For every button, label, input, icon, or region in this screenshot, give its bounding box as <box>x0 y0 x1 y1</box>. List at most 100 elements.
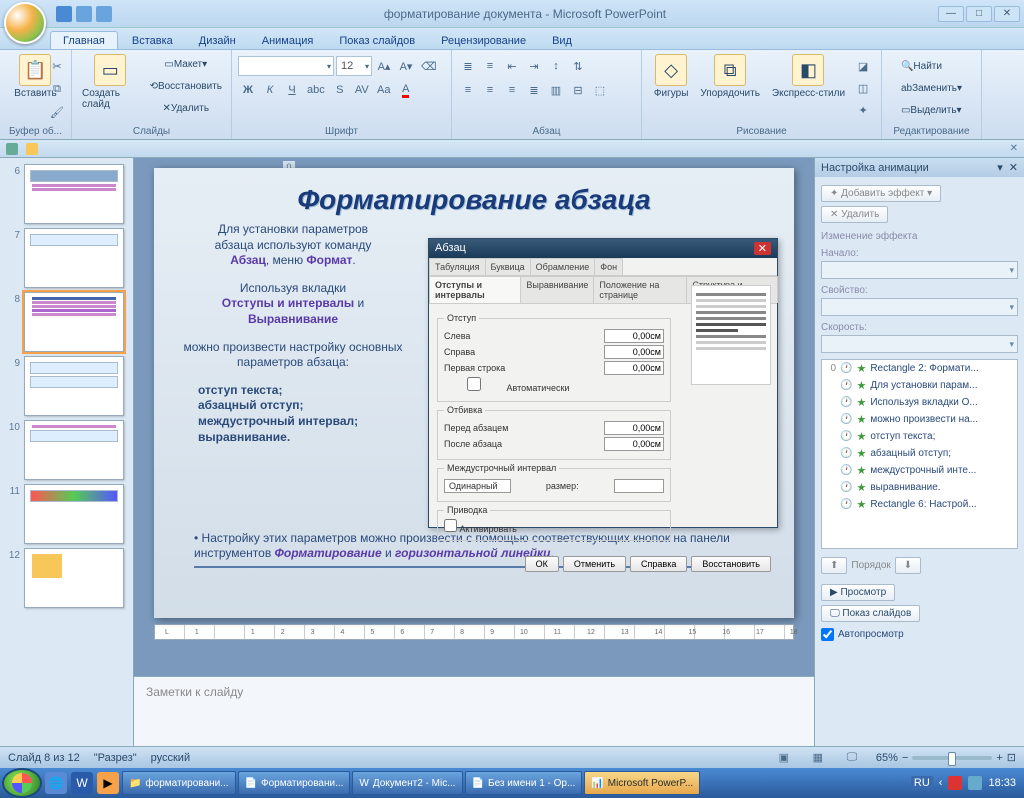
save-icon[interactable] <box>56 6 72 22</box>
arrange-button[interactable]: ⧉Упорядочить <box>696 52 764 101</box>
tab-review[interactable]: Рецензирование <box>429 32 538 49</box>
delete-slide-button[interactable]: ✕ Удалить <box>147 98 225 118</box>
slideshow-view-icon[interactable]: 🖵 <box>842 748 862 768</box>
slide-thumb[interactable] <box>24 484 124 544</box>
slide-thumb[interactable] <box>24 164 124 224</box>
undo-icon[interactable] <box>76 6 92 22</box>
numbering-icon[interactable]: ≡ <box>480 56 500 76</box>
sorter-view-icon[interactable]: ▦ <box>808 748 828 768</box>
layout-button[interactable]: ▭ Макет ▾ <box>147 54 225 74</box>
start-combo[interactable] <box>821 261 1018 279</box>
language-indicator[interactable]: русский <box>151 752 190 764</box>
grow-font-icon[interactable]: A▴ <box>374 56 394 76</box>
reorder-up-button[interactable]: ⬆ <box>821 557 847 574</box>
font-color-icon[interactable]: A <box>396 80 416 100</box>
justify-icon[interactable]: ≣ <box>524 80 544 100</box>
animation-item[interactable]: 🕐★междустрочный инте... <box>822 462 1017 479</box>
slide-thumb[interactable] <box>24 548 124 608</box>
shadow-icon[interactable]: S <box>330 80 350 100</box>
align-right-icon[interactable]: ≡ <box>502 80 522 100</box>
line-spacing-icon[interactable]: ↕ <box>546 56 566 76</box>
case-icon[interactable]: Aa <box>374 80 394 100</box>
animation-item[interactable]: 🕐★Используя вкладки О... <box>822 394 1017 411</box>
tab-design[interactable]: Дизайн <box>187 32 248 49</box>
tray-icon[interactable] <box>948 776 962 790</box>
add-effect-button[interactable]: ✦ Добавить эффект ▾ <box>821 185 941 202</box>
autopreview-checkbox[interactable]: Автопросмотр <box>821 624 1018 645</box>
animation-item[interactable]: 🕐★Rectangle 6: Настрой... <box>822 496 1017 513</box>
animation-list[interactable]: 0🕐★Rectangle 2: Формати...🕐★Для установк… <box>821 359 1018 549</box>
format-painter-icon[interactable]: 🖌 <box>47 102 67 122</box>
office-button[interactable] <box>4 2 46 44</box>
align-left-icon[interactable]: ≡ <box>458 80 478 100</box>
bullets-icon[interactable]: ≣ <box>458 56 478 76</box>
animation-item[interactable]: 🕐★можно произвести на... <box>822 411 1017 428</box>
italic-icon[interactable]: К <box>260 80 280 100</box>
shapes-button[interactable]: ◇Фигуры <box>650 52 692 101</box>
language-bar[interactable]: RU <box>911 776 933 790</box>
animpane-close-icon[interactable]: ✕ <box>1009 161 1018 174</box>
shape-outline-icon[interactable]: ◫ <box>853 78 873 98</box>
remove-effect-button[interactable]: ✕ Удалить <box>821 206 888 223</box>
clock[interactable]: 18:33 <box>988 777 1016 789</box>
font-size-combo[interactable]: 12 <box>336 56 372 76</box>
horizontal-ruler[interactable]: L1123456789101112131415161718 <box>154 624 794 640</box>
tab-slideshow[interactable]: Показ слайдов <box>327 32 427 49</box>
taskbar-item[interactable]: 📄 Без имени 1 - Op... <box>465 771 583 795</box>
replace-button[interactable]: ab Заменить ▾ <box>898 78 965 98</box>
zoom-in-icon[interactable]: + <box>996 752 1002 764</box>
tab-insert[interactable]: Вставка <box>120 32 185 49</box>
tab-animation[interactable]: Анимация <box>250 32 326 49</box>
tray-icon[interactable]: ‹ <box>939 777 943 789</box>
speed-combo[interactable] <box>821 335 1018 353</box>
align-center-icon[interactable]: ≡ <box>480 80 500 100</box>
maximize-button[interactable]: □ <box>966 6 992 22</box>
align-text-icon[interactable]: ⊟ <box>568 80 588 100</box>
taskbar-item[interactable]: W Документ2 - Mic... <box>352 771 462 795</box>
shape-fill-icon[interactable]: ◪ <box>853 56 873 76</box>
slides-icon[interactable] <box>26 143 38 155</box>
slide-thumbnails-panel[interactable]: 6 7 8 9 10 11 12 <box>0 158 134 746</box>
copy-icon[interactable]: ⧉ <box>47 79 67 99</box>
shrink-font-icon[interactable]: A▾ <box>396 56 416 76</box>
reorder-down-button[interactable]: ⬇ <box>895 557 921 574</box>
slide-canvas[interactable]: Форматирование абзаца Для установки пара… <box>154 168 794 618</box>
indent-right-icon[interactable]: ⇥ <box>524 56 544 76</box>
taskbar-item[interactable]: 📄 Форматировани... <box>238 771 351 795</box>
taskbar-item[interactable]: 📁 форматировани... <box>122 771 236 795</box>
zoom-slider[interactable] <box>912 756 992 760</box>
new-slide-button[interactable]: ▭ Создать слайд <box>78 52 143 112</box>
animation-item[interactable]: 🕐★абзацный отступ; <box>822 445 1017 462</box>
indent-left-icon[interactable]: ⇤ <box>502 56 522 76</box>
animpane-dropdown-icon[interactable]: ▾ <box>997 161 1003 174</box>
slide-thumb[interactable] <box>24 228 124 288</box>
quicklaunch-icon[interactable]: ▶ <box>97 772 119 794</box>
quicklaunch-icon[interactable]: W <box>71 772 93 794</box>
font-family-combo[interactable] <box>238 56 334 76</box>
animation-item[interactable]: 🕐★выравнивание. <box>822 479 1017 496</box>
shape-effects-icon[interactable]: ✦ <box>853 100 873 120</box>
bold-icon[interactable]: Ж <box>238 80 258 100</box>
close-pane-icon[interactable]: ✕ <box>1010 143 1018 154</box>
start-button[interactable] <box>2 768 42 798</box>
cut-icon[interactable]: ✂ <box>47 56 67 76</box>
smartart-icon[interactable]: ⬚ <box>590 80 610 100</box>
preview-button[interactable]: ▶ Просмотр <box>821 584 895 601</box>
spacing-icon[interactable]: AV <box>352 80 372 100</box>
slideshow-button[interactable]: 🖵 Показ слайдов <box>821 605 920 622</box>
text-direction-icon[interactable]: ⇅ <box>568 56 588 76</box>
find-button[interactable]: 🔍 Найти <box>898 56 945 76</box>
reset-button[interactable]: ⟲ Восстановить <box>147 76 225 96</box>
animation-item[interactable]: 🕐★отступ текста; <box>822 428 1017 445</box>
quicklaunch-icon[interactable]: 🌐 <box>45 772 67 794</box>
slide-thumb[interactable] <box>24 356 124 416</box>
zoom-out-icon[interactable]: − <box>902 752 908 764</box>
animation-item[interactable]: 🕐★Для установки парам... <box>822 377 1017 394</box>
select-button[interactable]: ▭ Выделить ▾ <box>898 100 965 120</box>
tab-home[interactable]: Главная <box>50 31 118 49</box>
slide-thumb[interactable] <box>24 420 124 480</box>
redo-icon[interactable] <box>96 6 112 22</box>
slide-thumb[interactable] <box>24 292 124 352</box>
property-combo[interactable] <box>821 298 1018 316</box>
fit-to-window-icon[interactable]: ⊡ <box>1007 751 1016 764</box>
